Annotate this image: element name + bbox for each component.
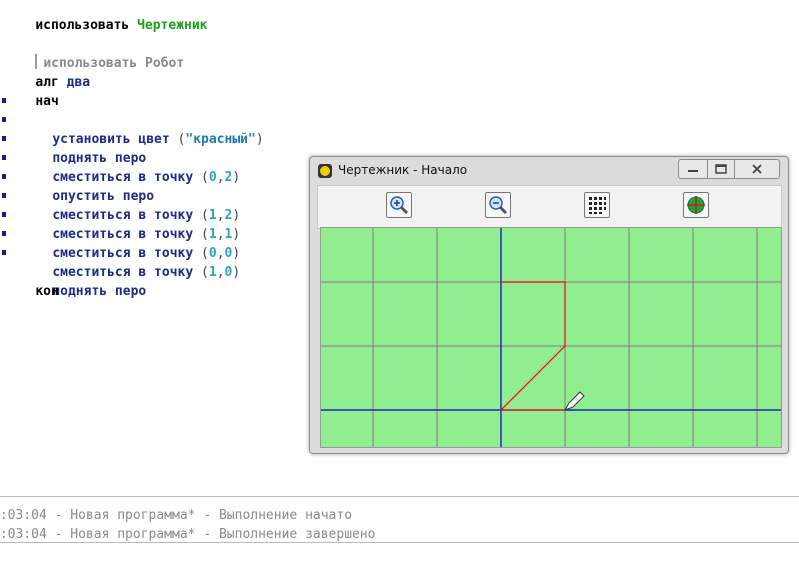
line-marker [2, 155, 6, 160]
code-line[interactable]: использовать Робот [4, 35, 184, 71]
comma: , [216, 246, 225, 261]
log-line: 3:03:04 - Новая программа* - Выполнение … [0, 508, 353, 523]
pen-icon [563, 391, 585, 411]
zoom-out-button[interactable] [485, 192, 511, 218]
line-marker [2, 193, 6, 198]
minimize-button[interactable] [679, 160, 708, 178]
paren: ) [255, 132, 264, 147]
code-line[interactable]: сместиться в точку (1,2) [0, 168, 240, 223]
code-line[interactable]: поднять перо [0, 111, 146, 166]
fit-view-button[interactable] [683, 192, 709, 218]
code-editor[interactable]: использовать Чертежник использовать Робо… [0, 0, 305, 299]
zoom-in-icon [390, 196, 409, 215]
window-controls [678, 159, 780, 179]
code-line[interactable]: поднять перо [0, 244, 146, 299]
algorithm-name: два [66, 75, 91, 90]
command: сместиться в точку [52, 265, 194, 280]
code-line[interactable]: нач [4, 73, 58, 109]
grid-icon [589, 197, 606, 214]
number: 0 [208, 246, 217, 261]
close-button[interactable] [735, 160, 779, 178]
drawing-surface [321, 228, 781, 447]
code-line[interactable]: сместиться в точку (1,0) [0, 225, 240, 280]
title-bar[interactable]: Чертежник - Начало [310, 157, 788, 184]
window-title: Чертежник - Начало [338, 163, 468, 177]
paren: ( [201, 246, 209, 261]
zoom-out-icon [489, 196, 508, 215]
close-icon [752, 164, 762, 174]
output-log: 3:03:04 - Новая программа* - Выполнение … [0, 496, 799, 543]
number: 1 [208, 265, 217, 280]
keyword: использовать [35, 18, 130, 33]
code-line[interactable]: кон [4, 263, 58, 299]
line-marker [2, 231, 6, 236]
comma: , [216, 265, 225, 280]
command: поднять перо [52, 284, 147, 299]
line-marker [2, 117, 6, 122]
code-line[interactable]: сместиться в точку (0,0) [0, 206, 240, 261]
line-marker [2, 174, 6, 179]
line-marker [2, 136, 6, 141]
code-line[interactable]: опустить перо [0, 149, 154, 204]
keyword: кон [35, 284, 59, 299]
paren: ) [232, 265, 241, 280]
module-name: Чертежник [137, 18, 208, 33]
fit-view-icon [687, 196, 705, 214]
drawing-canvas[interactable] [320, 227, 782, 448]
paren: ( [201, 265, 209, 280]
toolbar [317, 185, 782, 229]
maximize-button[interactable] [708, 160, 735, 178]
line-marker [2, 98, 6, 103]
zoom-in-button[interactable] [386, 192, 412, 218]
restore-icon [715, 164, 727, 174]
line-marker [2, 212, 6, 217]
grid-button[interactable] [584, 192, 610, 218]
app-icon [318, 164, 332, 178]
code-line[interactable]: установить цвет ("красный") [0, 92, 264, 147]
line-marker [2, 250, 6, 255]
code-line[interactable]: использовать Чертежник [4, 0, 207, 33]
code-line[interactable]: алг два [4, 54, 90, 90]
minimize-icon [688, 170, 698, 172]
log-line: 3:03:04 - Новая программа* - Выполнение … [0, 527, 376, 542]
code-line[interactable]: сместиться в точку (0,2) [0, 130, 240, 185]
code-line[interactable]: сместиться в точку (1,1) [0, 187, 240, 242]
paren: ) [232, 246, 241, 261]
drawer-window[interactable]: Чертежник - Начало [309, 156, 789, 454]
